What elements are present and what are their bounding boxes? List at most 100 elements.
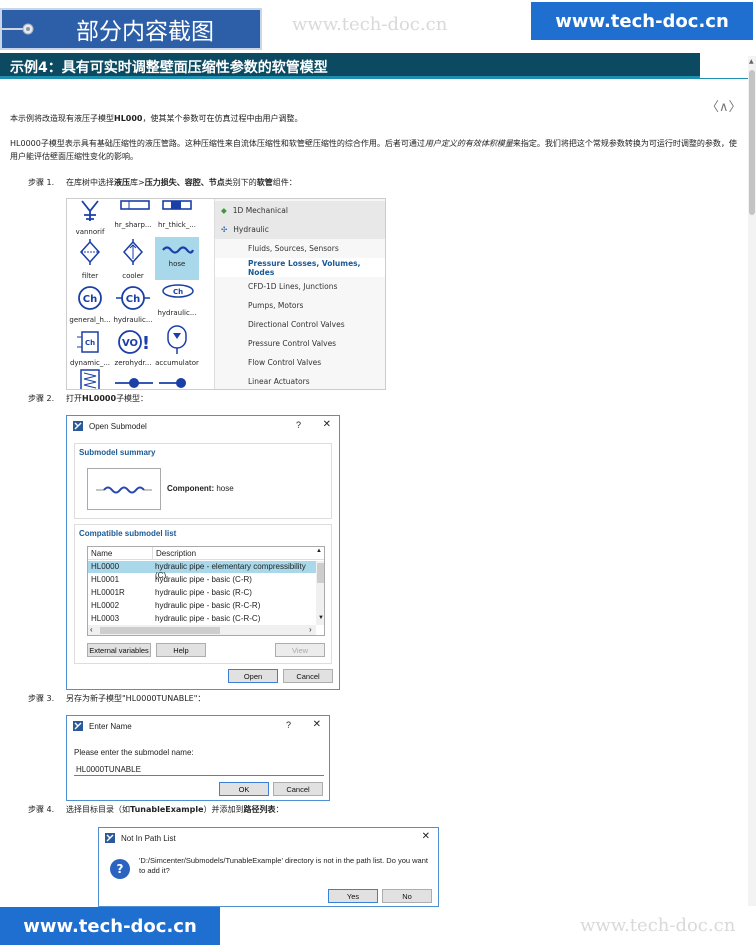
component-label: hydraulic...: [113, 316, 153, 324]
table-hscroll-thumb[interactable]: [100, 627, 220, 634]
help-icon[interactable]: ?: [296, 420, 301, 430]
component-label: general_h...: [69, 316, 111, 324]
scroll-down-icon[interactable]: ▼: [318, 615, 324, 621]
step-2-end: 子模型：: [116, 394, 149, 403]
close-icon[interactable]: ✕: [323, 419, 331, 430]
library-tree: ◆ 1D Mechanical ✣ Hydraulic Fluids, Source…: [214, 199, 385, 389]
app-icon: [73, 421, 83, 431]
row-name: HL0001: [91, 575, 120, 584]
section-banner: 部分内容截图: [0, 8, 262, 50]
tree-item-pumps[interactable]: Pumps, Motors: [215, 296, 385, 315]
step-1-mid-1: 库>: [130, 178, 145, 187]
tree-label: Hydraulic: [233, 225, 269, 234]
step-4-bold-1: TunableExample: [130, 805, 204, 814]
component-label: hr_sharp...: [114, 221, 152, 229]
hydraulic-volume-icon[interactable]: Ch: [161, 283, 195, 299]
general-hydraulic-icon[interactable]: Ch: [77, 285, 103, 311]
open-button[interactable]: Open: [228, 669, 278, 683]
dynamic-chamber-icon[interactable]: Ch: [77, 329, 103, 355]
step-2-text: 打开: [66, 394, 82, 403]
svg-text:Ch: Ch: [85, 339, 95, 347]
open-submodel-dialog: Open Submodel ? ✕ Submodel summary Compo…: [66, 415, 340, 690]
table-row[interactable]: HL0003 hydraulic pipe - basic (C-R-C): [88, 613, 316, 625]
step-3: 步骤 3. 另存为新子模型"HL0000TUNABLE"：: [28, 693, 205, 704]
no-button[interactable]: No: [382, 889, 432, 903]
tree-item-directional-valves[interactable]: Directional Control Valves: [215, 315, 385, 334]
dialog-title: Open Submodel: [89, 421, 147, 431]
table-vscroll-thumb[interactable]: [317, 563, 324, 583]
step-1-mid-2: 类别下的: [224, 178, 257, 187]
tree-item-hydraulic[interactable]: ✣ Hydraulic: [215, 220, 385, 239]
intro-paragraph: 本示例将改造现有液压子模型HL000，使其某个参数可在仿真过程中由用户调整。: [10, 112, 740, 125]
cancel-button[interactable]: Cancel: [273, 782, 323, 796]
help-icon[interactable]: ?: [286, 720, 291, 730]
close-icon[interactable]: ✕: [422, 831, 430, 842]
cancel-button[interactable]: Cancel: [283, 669, 333, 683]
hose-icon[interactable]: [162, 244, 194, 256]
tree-item-cfd[interactable]: CFD-1D Lines, Junctions: [215, 277, 385, 296]
site-label-bottom[interactable]: www.tech-doc.cn: [0, 907, 220, 945]
help-button[interactable]: Help: [156, 643, 206, 657]
tree-item-linear-actuators[interactable]: Linear Actuators: [215, 372, 385, 389]
scroll-thumb[interactable]: [749, 70, 755, 215]
hr-sharp-icon[interactable]: [119, 199, 151, 213]
component-label: hydraulic...: [157, 309, 197, 317]
component-label: zerohydr...: [114, 359, 152, 367]
row-name: HL0001R: [91, 588, 125, 597]
scroll-left-icon[interactable]: ‹: [90, 625, 93, 634]
tree-label: Directional Control Valves: [248, 320, 345, 329]
svg-text:Ch: Ch: [126, 294, 140, 305]
filter-icon[interactable]: [79, 239, 101, 265]
step-2: 步骤 2. 打开HL0000子模型：: [28, 393, 148, 404]
banner-title: 部分内容截图: [76, 19, 214, 45]
submodel-table[interactable]: Name Description ▲ HL0000 hydraulic pipe …: [87, 546, 325, 636]
svg-text:!: !: [142, 333, 150, 354]
tree-item-fluids[interactable]: Fluids, Sources, Sensors: [215, 239, 385, 258]
yes-button[interactable]: Yes: [328, 889, 378, 903]
step-4-text: 选择目标目录（如: [66, 805, 130, 814]
tree-item-pressure-losses[interactable]: Pressure Losses, Volumes, Nodes: [215, 258, 385, 277]
view-button[interactable]: View: [275, 643, 325, 657]
scrollbar[interactable]: ▲: [748, 56, 756, 906]
submodel-name-input[interactable]: HL0000TUNABLE: [74, 764, 324, 776]
hydraulic-chamber-icon[interactable]: Ch: [116, 285, 150, 311]
component-label: Component:: [167, 484, 215, 493]
table-row[interactable]: HL0001R hydraulic pipe - basic (R-C): [88, 587, 316, 599]
site-label-top[interactable]: www.tech-doc.cn: [531, 2, 753, 40]
external-variables-button[interactable]: External variables: [87, 643, 151, 657]
scroll-up-icon[interactable]: ▲: [749, 58, 754, 65]
summary-heading: Submodel summary: [79, 448, 156, 457]
zero-hydraulic-volume-icon[interactable]: VO!: [117, 329, 151, 355]
step-1-bold-2: 压力损失、容腔、节点: [144, 178, 225, 187]
line-node-icon[interactable]: [115, 377, 153, 389]
accumulator-icon[interactable]: [166, 324, 188, 354]
tree-item-1d-mechanical[interactable]: ◆ 1D Mechanical: [215, 201, 385, 220]
component-grid: vannorif hr_sharp... hr_thick_... filter…: [67, 199, 213, 390]
tree-label: Pressure Control Valves: [248, 339, 337, 348]
ok-button[interactable]: OK: [219, 782, 269, 796]
table-row[interactable]: HL0002 hydraulic pipe - basic (R-C-R): [88, 600, 316, 612]
table-hscroll[interactable]: ‹ ›: [88, 625, 316, 635]
line-end-node-icon[interactable]: [159, 377, 193, 389]
step-3-label: 步骤 3.: [28, 694, 55, 703]
spring-icon[interactable]: [79, 369, 101, 390]
cooler-icon[interactable]: [122, 239, 144, 265]
watermark-bottom: www.tech-doc.cn: [580, 915, 736, 936]
tree-item-pressure-valves[interactable]: Pressure Control Valves: [215, 334, 385, 353]
tree-label: 1D Mechanical: [232, 206, 288, 215]
tree-label: CFD-1D Lines, Junctions: [248, 282, 338, 291]
expand-icon: ◆: [221, 206, 227, 215]
scroll-right-icon[interactable]: ›: [309, 625, 312, 634]
step-1-text: 在库树中选择: [66, 178, 114, 187]
column-name: Name: [91, 549, 113, 558]
table-row[interactable]: HL0001 hydraulic pipe - basic (C-R): [88, 574, 316, 586]
close-icon[interactable]: ✕: [313, 719, 321, 730]
table-row[interactable]: HL0000 hydraulic pipe - elementary compre…: [88, 561, 316, 580]
hr-thick-icon[interactable]: [161, 199, 193, 213]
row-name: HL0003: [91, 614, 120, 623]
scroll-up-icon[interactable]: ▲: [316, 548, 322, 554]
tree-item-flow-valves[interactable]: Flow Control Valves: [215, 353, 385, 372]
vannorif-icon[interactable]: [79, 199, 101, 223]
submodel-list-panel: Compatible submodel list Name Descriptio…: [74, 524, 332, 664]
table-vscroll[interactable]: ▼: [316, 561, 324, 625]
